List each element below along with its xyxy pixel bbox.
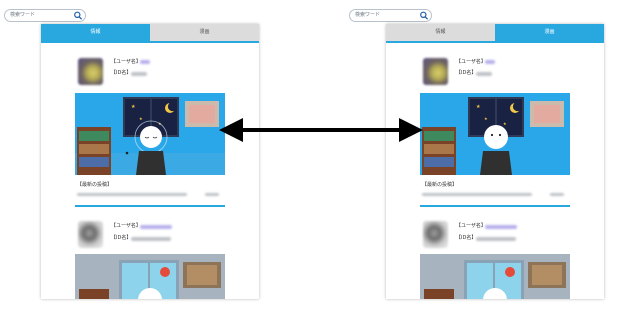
- avatar[interactable]: [78, 221, 103, 248]
- id-label: 【ID名】: [456, 70, 477, 76]
- avatar[interactable]: [423, 58, 448, 85]
- username-value: [485, 60, 495, 64]
- search-input[interactable]: 検索ワード: [4, 9, 86, 22]
- id-label: 【ID名】: [111, 235, 132, 241]
- search-icon[interactable]: [73, 10, 83, 21]
- tab-bar: 情報 漫画: [386, 24, 604, 41]
- id-value: [476, 72, 492, 76]
- id-label: 【ID名】: [456, 235, 477, 241]
- right-phone-panel: 情報 漫画 【ユーザ名】 【ID名】 ★ ★ ★ 【最新の投稿】 【ユーザ名】 …: [386, 24, 604, 299]
- search-input[interactable]: 検索ワード: [349, 9, 432, 22]
- search-icon[interactable]: [419, 10, 429, 21]
- svg-text:★: ★: [131, 104, 136, 110]
- id-label: 【ID名】: [111, 70, 132, 76]
- tab-underline: [386, 41, 604, 43]
- avatar[interactable]: [423, 221, 448, 248]
- tab-underline: [41, 41, 259, 43]
- username-label: 【ユーザ名】: [456, 59, 486, 65]
- id-value: [131, 72, 147, 76]
- username-label: 【ユーザ名】: [111, 59, 141, 65]
- avatar[interactable]: [78, 58, 103, 85]
- latest-post-label: 【最新の投稿】: [422, 182, 458, 188]
- username-value: [140, 60, 150, 64]
- search-placeholder: 検索ワード: [355, 12, 381, 18]
- post-image-awake[interactable]: ★ ★ ★: [420, 93, 570, 175]
- tab-manga[interactable]: 漫画: [150, 24, 259, 41]
- svg-text:★: ★: [503, 121, 507, 126]
- tab-info[interactable]: 情報: [386, 24, 495, 41]
- svg-text:★: ★: [476, 104, 481, 110]
- double-arrow-icon: [219, 118, 423, 142]
- svg-text:★: ★: [484, 116, 488, 121]
- card-separator: [420, 205, 570, 207]
- post-image-sleeping[interactable]: ★ ★ ★: [75, 93, 225, 175]
- latest-post-text: [422, 193, 532, 196]
- username-label: 【ユーザ名】: [456, 223, 486, 229]
- card-separator: [75, 205, 225, 207]
- left-phone-panel: 情報 漫画 【ユーザ名】 【ID名】 ★ ★ ★ 【最新の投稿】 【ユーザ名】 …: [41, 24, 259, 299]
- post-image-room[interactable]: [420, 254, 570, 299]
- username-value: [485, 225, 517, 229]
- latest-post-text: [77, 193, 187, 196]
- username-value: [140, 225, 172, 229]
- search-placeholder: 検索ワード: [10, 12, 36, 18]
- tab-manga[interactable]: 漫画: [495, 24, 604, 41]
- tab-info[interactable]: 情報: [41, 24, 150, 41]
- svg-text:★: ★: [139, 116, 143, 121]
- post-image-room[interactable]: [75, 254, 225, 299]
- latest-post-date: [550, 193, 564, 196]
- latest-post-date: [205, 193, 219, 196]
- username-label: 【ユーザ名】: [111, 223, 141, 229]
- latest-post-label: 【最新の投稿】: [77, 182, 113, 188]
- id-value: [476, 237, 516, 241]
- id-value: [131, 237, 171, 241]
- tab-bar: 情報 漫画: [41, 24, 259, 41]
